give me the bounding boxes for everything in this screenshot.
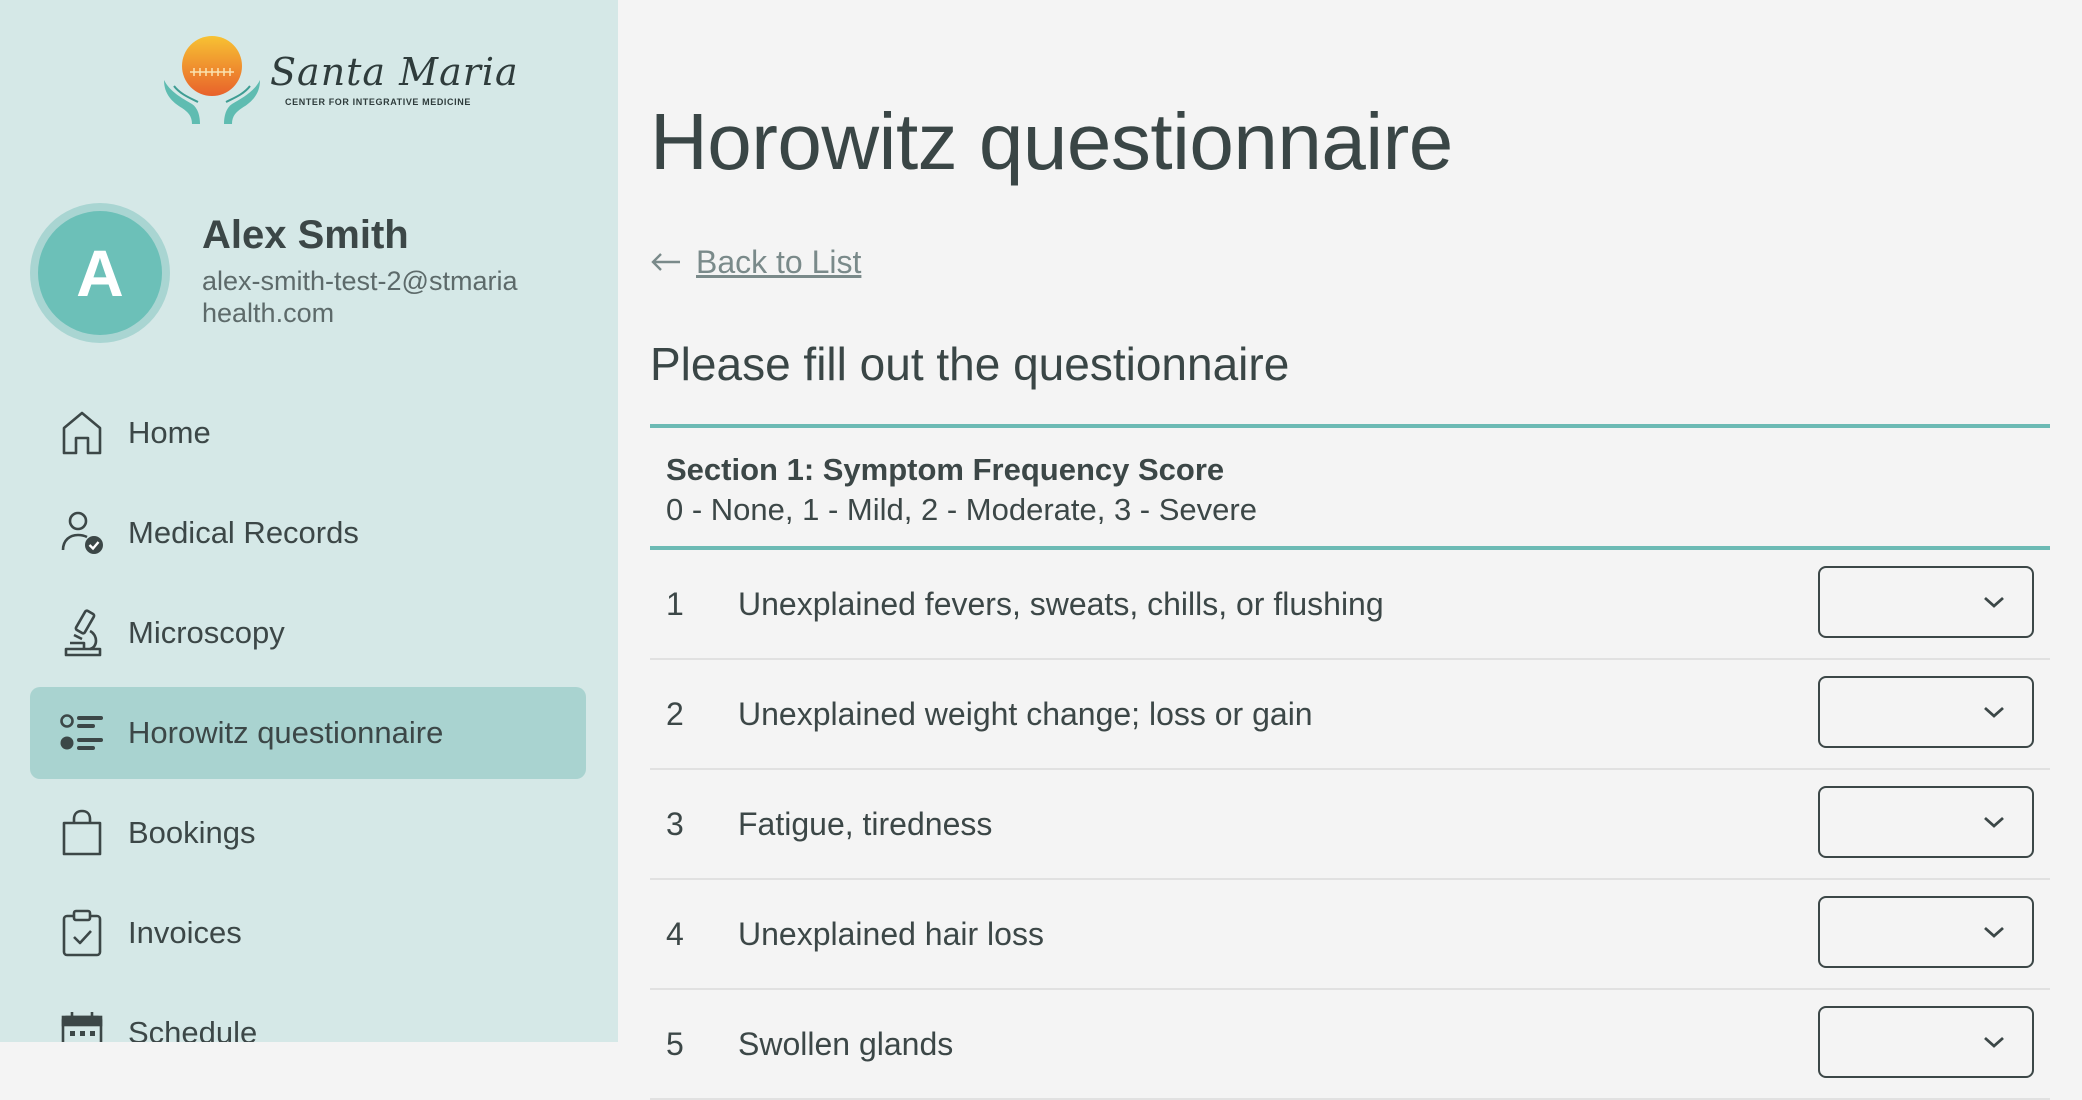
brand-logo[interactable]: Santa Maria CENTER FOR INTEGRATIVE MEDIC… bbox=[160, 28, 518, 128]
question-row: 1 Unexplained fevers, sweats, chills, or… bbox=[650, 550, 2050, 660]
sidebar-item-label: Microscopy bbox=[128, 615, 285, 650]
clipboard-check-icon bbox=[60, 909, 104, 957]
user-name: Alex Smith bbox=[202, 213, 409, 257]
sidebar-item-bookings[interactable]: Bookings bbox=[30, 787, 586, 879]
question-number: 4 bbox=[666, 915, 684, 952]
question-row: 3 Fatigue, tiredness bbox=[650, 770, 2050, 880]
list-icon bbox=[60, 709, 104, 757]
score-select[interactable] bbox=[1818, 1006, 2034, 1078]
sidebar: Santa Maria CENTER FOR INTEGRATIVE MEDIC… bbox=[0, 0, 618, 1042]
shopping-bag-icon bbox=[60, 809, 104, 857]
brand-tagline: CENTER FOR INTEGRATIVE MEDICINE bbox=[285, 97, 471, 107]
sidebar-item-microscopy[interactable]: Microscopy bbox=[30, 587, 586, 679]
question-row: 2 Unexplained weight change; loss or gai… bbox=[650, 660, 2050, 770]
questionnaire-table: Section 1: Symptom Frequency Score 0 - N… bbox=[650, 424, 2050, 1100]
page-title: Horowitz questionnaire bbox=[650, 97, 1453, 186]
section-header: Section 1: Symptom Frequency Score 0 - N… bbox=[650, 428, 2050, 550]
question-number: 3 bbox=[666, 805, 684, 842]
arrow-left-icon bbox=[650, 246, 682, 280]
sidebar-item-schedule[interactable]: Schedule bbox=[30, 987, 586, 1042]
question-row: 5 Swollen glands bbox=[650, 990, 2050, 1100]
microscope-icon bbox=[60, 609, 104, 657]
calendar-icon bbox=[60, 1009, 104, 1042]
sun-hands-logo-icon bbox=[164, 36, 260, 124]
sidebar-item-label: Medical Records bbox=[128, 515, 359, 550]
sidebar-item-label: Horowitz questionnaire bbox=[128, 715, 444, 750]
home-icon bbox=[60, 409, 104, 457]
chevron-down-icon bbox=[1984, 596, 2004, 608]
user-email: alex-smith-test-2@stmariahealth.com bbox=[202, 266, 518, 328]
chevron-down-icon bbox=[1984, 706, 2004, 718]
avatar[interactable]: A bbox=[30, 203, 170, 343]
question-number: 2 bbox=[666, 695, 684, 732]
sidebar-item-label: Invoices bbox=[128, 915, 242, 950]
sidebar-item-invoices[interactable]: Invoices bbox=[30, 887, 586, 979]
sidebar-item-label: Home bbox=[128, 415, 211, 450]
question-number: 1 bbox=[666, 585, 684, 622]
user-profile: A Alex Smith alex-smith-test-2@stmariahe… bbox=[30, 203, 590, 343]
sidebar-item-medical-records[interactable]: Medical Records bbox=[30, 487, 586, 579]
sidebar-item-home[interactable]: Home bbox=[30, 387, 586, 479]
section-title: Section 1: Symptom Frequency Score bbox=[666, 452, 1225, 487]
sidebar-item-horowitz-questionnaire[interactable]: Horowitz questionnaire bbox=[30, 687, 586, 779]
sidebar-nav: Home Medical Records Microscopy Horowitz… bbox=[30, 387, 586, 1042]
user-check-icon bbox=[60, 509, 104, 557]
main-content: Horowitz questionnaire Back to List Plea… bbox=[618, 0, 2082, 1100]
back-to-list-link[interactable]: Back to List bbox=[650, 244, 861, 281]
chevron-down-icon bbox=[1984, 816, 2004, 828]
brand-name: Santa Maria bbox=[270, 50, 519, 94]
score-select[interactable] bbox=[1818, 676, 2034, 748]
chevron-down-icon bbox=[1984, 926, 2004, 938]
question-number: 5 bbox=[666, 1025, 684, 1062]
chevron-down-icon bbox=[1984, 1036, 2004, 1048]
score-select[interactable] bbox=[1818, 896, 2034, 968]
sidebar-item-label: Schedule bbox=[128, 1015, 258, 1042]
score-select[interactable] bbox=[1818, 566, 2034, 638]
sidebar-item-label: Bookings bbox=[128, 815, 256, 850]
form-title: Please fill out the questionnaire bbox=[650, 338, 1290, 390]
question-row: 4 Unexplained hair loss bbox=[650, 880, 2050, 990]
avatar-initial: A bbox=[38, 211, 162, 335]
section-scale: 0 - None, 1 - Mild, 2 - Moderate, 3 - Se… bbox=[666, 492, 1257, 527]
back-to-list-label: Back to List bbox=[696, 244, 862, 280]
score-select[interactable] bbox=[1818, 786, 2034, 858]
